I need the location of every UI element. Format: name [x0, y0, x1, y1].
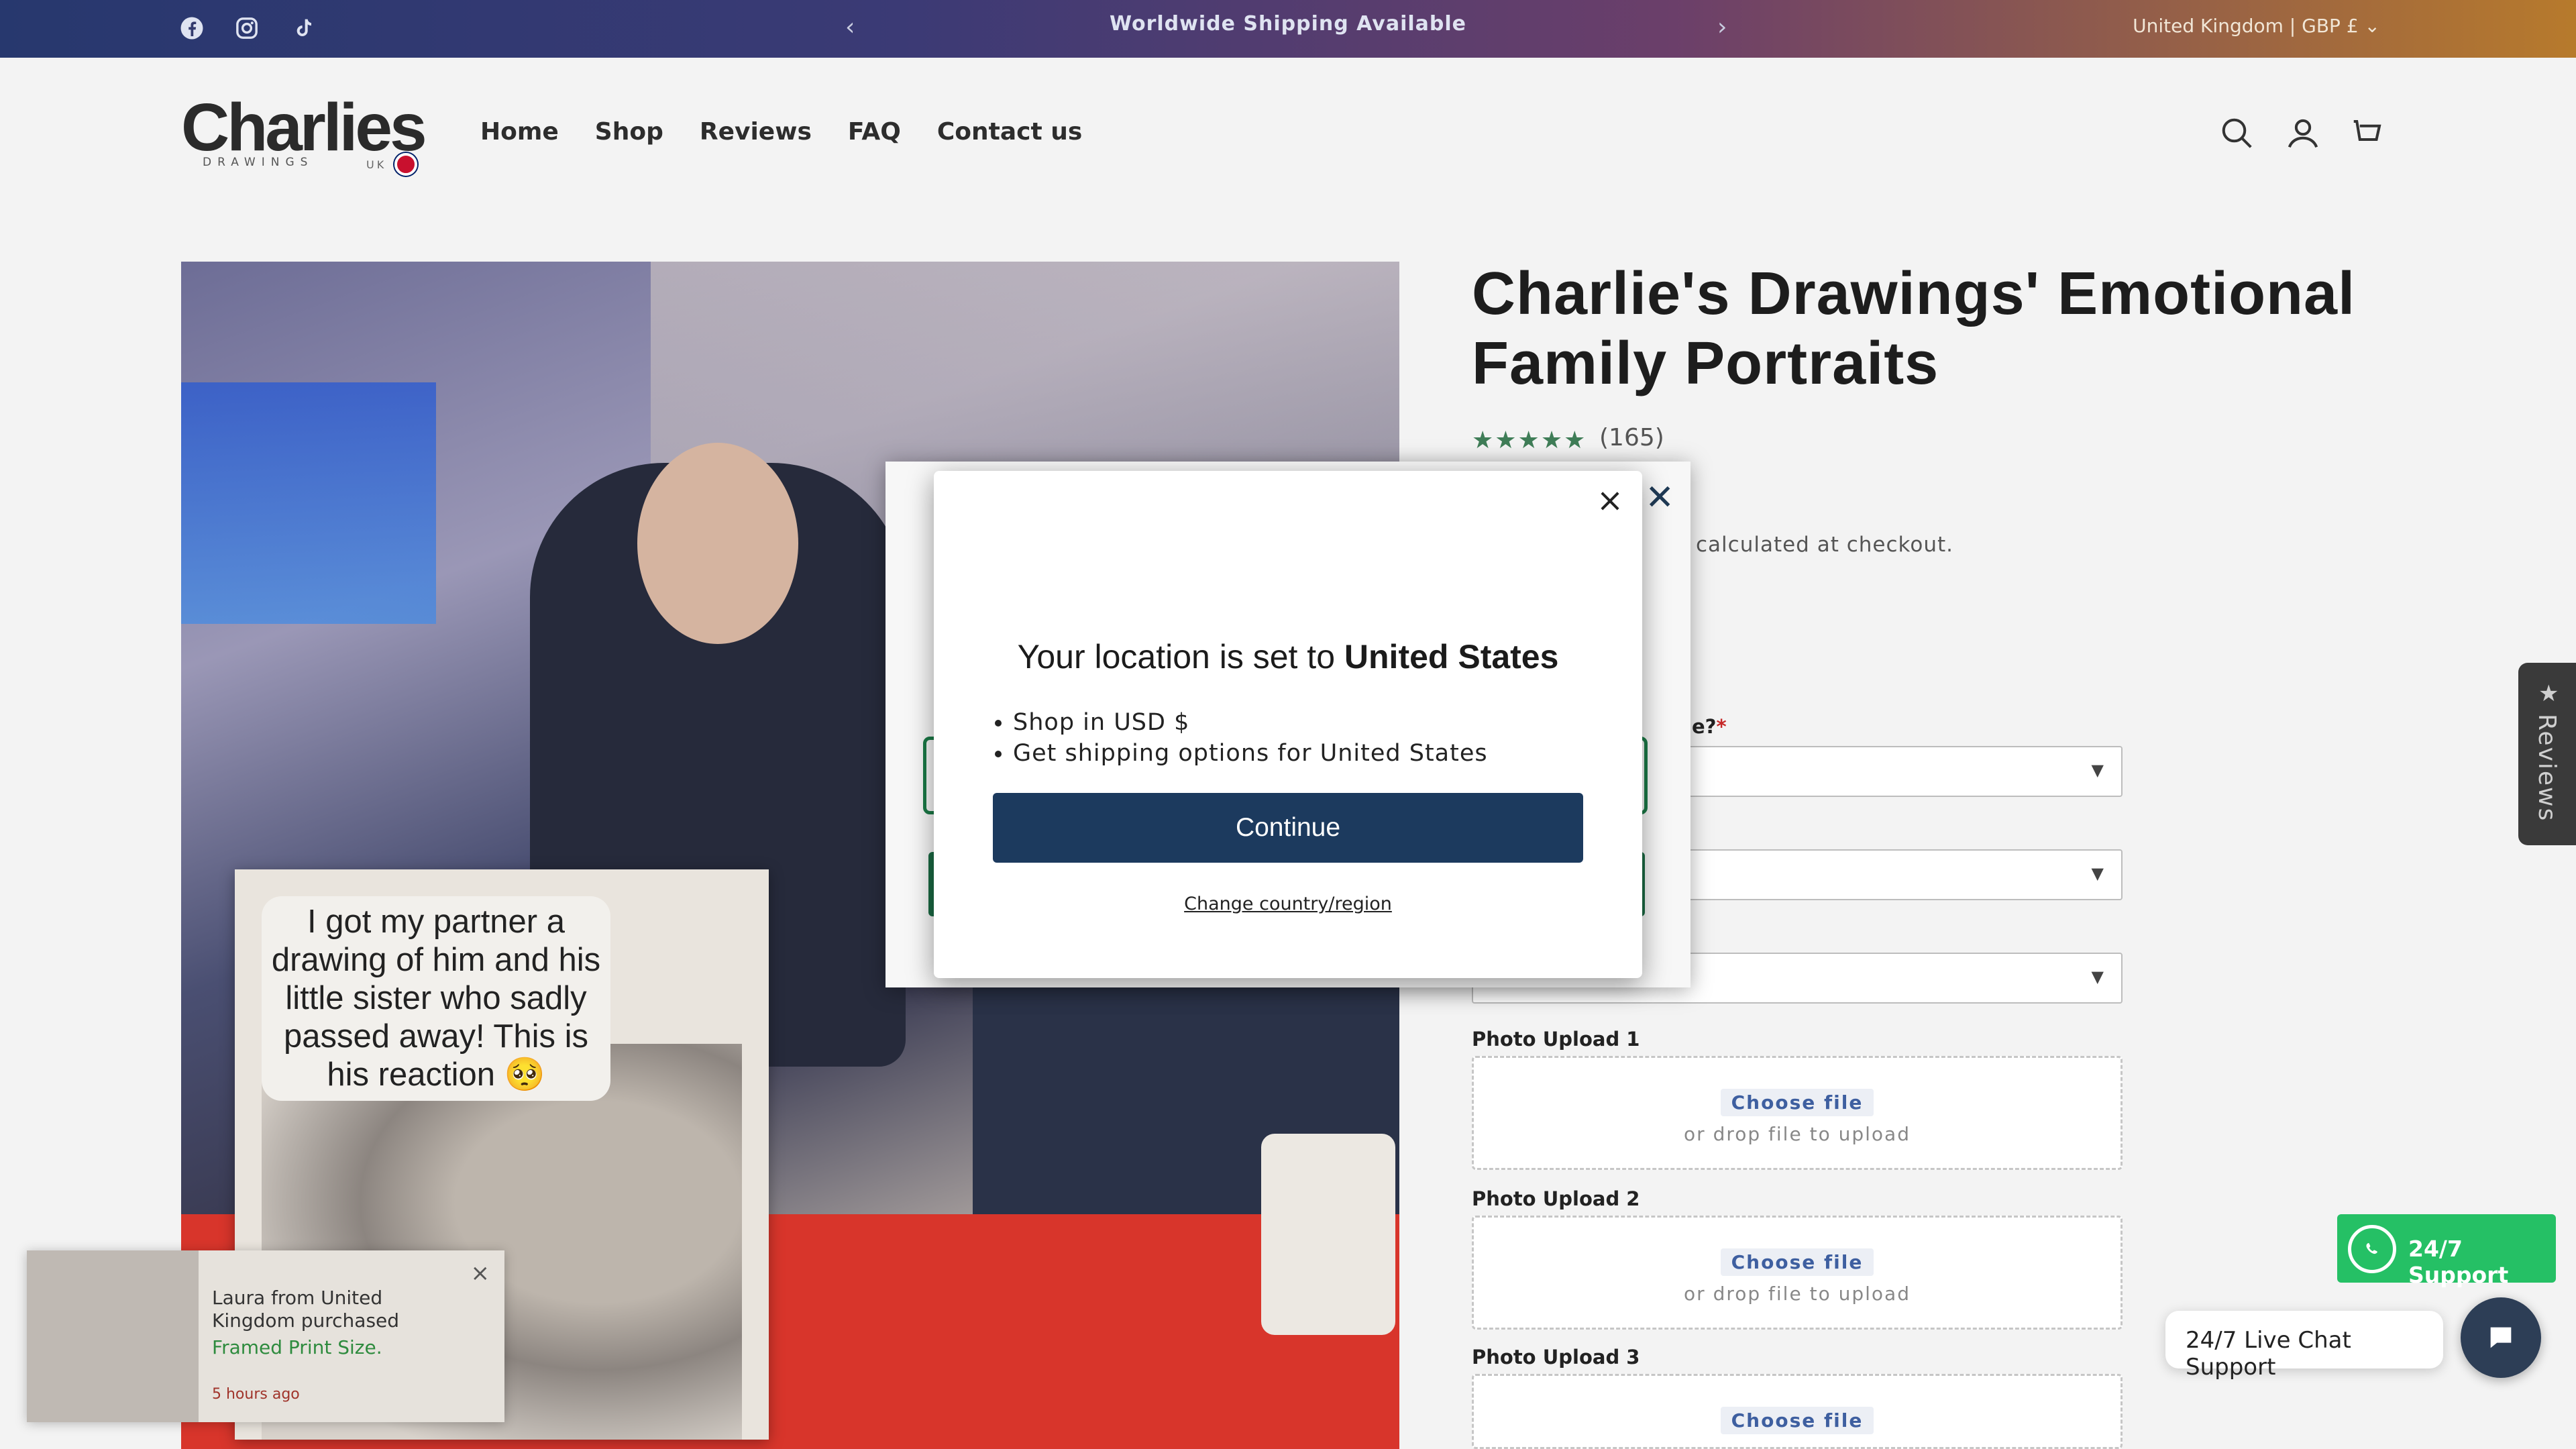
location-heading: Your location is set to United States: [1017, 638, 1559, 676]
location-benefits-list: Shop in USD $ Get shipping options for U…: [1013, 707, 1488, 769]
list-item: Shop in USD $: [1013, 707, 1488, 738]
location-modal: × Your location is set to United States …: [934, 471, 1642, 978]
list-item: Get shipping options for United States: [1013, 738, 1488, 769]
change-country-link[interactable]: Change country/region: [934, 894, 1642, 914]
close-icon[interactable]: ×: [1590, 480, 1630, 521]
continue-button[interactable]: Continue: [993, 793, 1583, 863]
close-icon[interactable]: ✕: [1645, 478, 1674, 518]
